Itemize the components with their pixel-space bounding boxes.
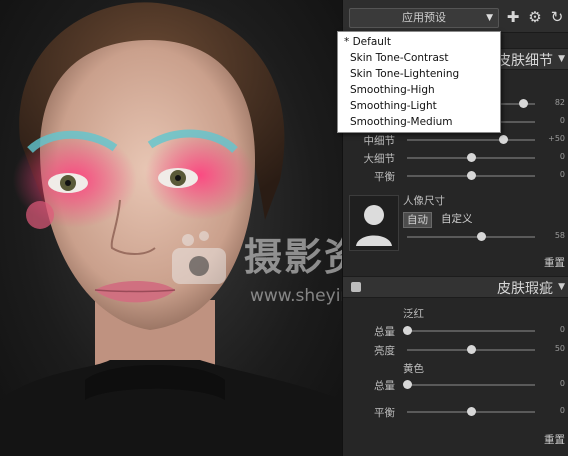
slider-value: 0 [559, 406, 565, 415]
slider-value: 50 [554, 344, 565, 353]
preset-option[interactable]: Skin Tone-Lightening [350, 68, 459, 80]
gear-icon[interactable]: ⚙ [527, 9, 543, 25]
slider-value: 0 [559, 152, 565, 161]
plus-icon[interactable]: ✚ [505, 9, 521, 25]
slider-track[interactable] [407, 384, 535, 386]
preset-option[interactable]: Skin Tone-Contrast [350, 52, 448, 64]
reset-button[interactable]: 重置 [544, 432, 565, 447]
slider-thumb[interactable] [477, 232, 487, 241]
chevron-down-icon: ▼ [486, 13, 493, 23]
custom-size-button[interactable]: 自定义 [441, 212, 473, 226]
slider-label: 亮度 [374, 345, 395, 357]
preset-option[interactable]: * Default [344, 36, 391, 48]
slider-thumb[interactable] [403, 380, 412, 389]
preset-option[interactable]: Smoothing-Medium [350, 116, 453, 128]
reset-button[interactable]: 重置 [544, 255, 565, 270]
slider-row[interactable]: 亮度 50 [343, 342, 568, 358]
slider-row[interactable]: 总量 0 [343, 323, 568, 339]
preset-option[interactable]: Smoothing-Light [350, 100, 437, 112]
preset-dropdown-menu[interactable]: * Default Skin Tone-Contrast Skin Tone-Lig… [337, 31, 501, 133]
slider-value: 82 [554, 98, 565, 107]
skin-blemish-title: 皮肤瑕疵 [497, 281, 553, 297]
collapse-icon[interactable]: ▼ [558, 282, 565, 292]
slider-row[interactable]: 中细节 +50 [343, 132, 568, 148]
slider-label: 总量 [374, 326, 395, 338]
yellow-label: 黄色 [403, 363, 424, 375]
skin-detail-title: 皮肤细节 [497, 53, 553, 69]
slider-track[interactable] [407, 330, 535, 332]
slider-value: 0 [559, 379, 565, 388]
slider-thumb[interactable] [499, 135, 508, 144]
apply-preset-label: 应用预设 [402, 11, 446, 24]
slider-value: +50 [548, 134, 565, 143]
preset-option[interactable]: Smoothing-High [350, 84, 435, 96]
redness-label: 泛红 [403, 308, 424, 320]
camera-watermark-icon [172, 231, 226, 284]
slider-track[interactable] [407, 236, 535, 238]
slider-thumb[interactable] [467, 153, 476, 162]
slider-label: 大细节 [363, 153, 396, 165]
slider-track[interactable] [407, 139, 535, 141]
slider-label: 总量 [374, 380, 395, 392]
auto-size-button[interactable]: 自动 [403, 212, 432, 228]
refresh-icon[interactable]: ↻ [549, 9, 565, 25]
slider-thumb[interactable] [519, 99, 529, 108]
slider-value: 0 [559, 325, 565, 334]
slider-thumb[interactable] [403, 326, 412, 335]
slider-row[interactable]: 平衡 0 [343, 404, 568, 420]
slider-thumb[interactable] [467, 345, 476, 354]
slider-row[interactable]: 大细节 0 [343, 150, 568, 166]
slider-value: 0 [559, 170, 565, 179]
slider-label: 平衡 [374, 407, 395, 419]
slider-row[interactable]: 总量 0 [343, 377, 568, 393]
slider-value: 58 [554, 231, 565, 240]
panel-toolbar: 应用预设 ▼ ✚ ⚙ ↻ [343, 0, 568, 33]
apply-preset-button[interactable]: 应用预设 ▼ [349, 8, 499, 28]
collapse-icon[interactable]: ▼ [558, 54, 565, 64]
toggle-icon[interactable] [351, 282, 361, 292]
slider-label: 平衡 [374, 171, 395, 183]
skin-blemish-header[interactable]: 皮肤瑕疵 ▼ [343, 276, 568, 298]
slider-thumb[interactable] [467, 171, 476, 180]
portrait-size-slider[interactable]: 58 [343, 229, 568, 245]
slider-label: 中细节 [363, 135, 396, 147]
portrait-size-label: 人像尺寸 [403, 195, 445, 207]
slider-row[interactable]: 平衡 0 [343, 168, 568, 184]
slider-value: 0 [559, 116, 565, 125]
slider-thumb[interactable] [467, 407, 476, 416]
